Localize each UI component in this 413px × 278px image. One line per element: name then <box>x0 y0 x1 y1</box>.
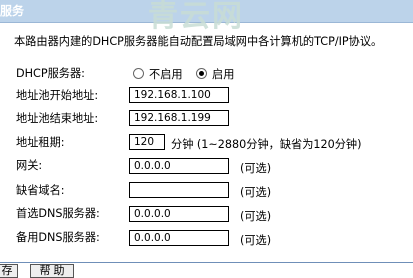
lease-row: 地址租期: <box>16 133 65 151</box>
dhcp-disable-label[interactable]: 不启用 <box>149 66 183 82</box>
pool-end-label: 地址池结束地址: <box>16 112 99 125</box>
gateway-label: 网关: <box>16 159 43 172</box>
dhcp-enable-label[interactable]: 启用 <box>212 66 234 82</box>
pool-start-label: 地址池开始地址: <box>16 89 99 102</box>
pool-start-input[interactable] <box>129 87 229 103</box>
pool-end-row: 地址池结束地址: <box>16 109 98 127</box>
dns-secondary-hint: (可选) <box>240 234 272 247</box>
pool-end-input[interactable] <box>129 110 229 126</box>
domain-row: 缺省域名: <box>16 181 65 199</box>
dhcp-disable-radio[interactable] <box>133 68 144 79</box>
description-text: 本路由器内建的DHCP服务器能自动配置局域网中各计算机的TCP/IP协议。 <box>14 35 383 48</box>
dns-primary-row: 首选DNS服务器: <box>16 204 100 222</box>
gateway-input[interactable] <box>129 158 229 174</box>
section-title: 服务 <box>0 4 25 18</box>
pool-start-row: 地址池开始地址: <box>16 86 98 104</box>
dns-secondary-row: 备用DNS服务器: <box>16 228 100 246</box>
dns-primary-label: 首选DNS服务器: <box>16 207 100 220</box>
lease-label: 地址租期: <box>16 136 65 149</box>
lease-hint: 分钟 (1~2880分钟，缺省为120分钟) <box>171 138 362 151</box>
domain-label: 缺省域名: <box>16 184 65 197</box>
gateway-hint: (可选) <box>240 162 272 175</box>
lease-input[interactable] <box>129 134 165 150</box>
watermark-logo: 青云网 <box>148 0 244 34</box>
dhcp-server-label: DHCP服务器: <box>16 67 85 80</box>
dhcp-server-row: DHCP服务器: <box>16 64 85 82</box>
dns-secondary-label: 备用DNS服务器: <box>16 231 100 244</box>
dns-primary-input[interactable] <box>129 206 229 222</box>
domain-hint: (可选) <box>240 186 272 199</box>
save-button[interactable]: 存 <box>0 264 18 278</box>
help-button[interactable]: 帮 助 <box>30 264 74 278</box>
dns-secondary-input[interactable] <box>129 230 229 246</box>
domain-input[interactable] <box>129 182 229 198</box>
dns-primary-hint: (可选) <box>240 210 272 223</box>
dhcp-enable-radio[interactable] <box>196 68 207 79</box>
gateway-row: 网关: <box>16 156 42 174</box>
